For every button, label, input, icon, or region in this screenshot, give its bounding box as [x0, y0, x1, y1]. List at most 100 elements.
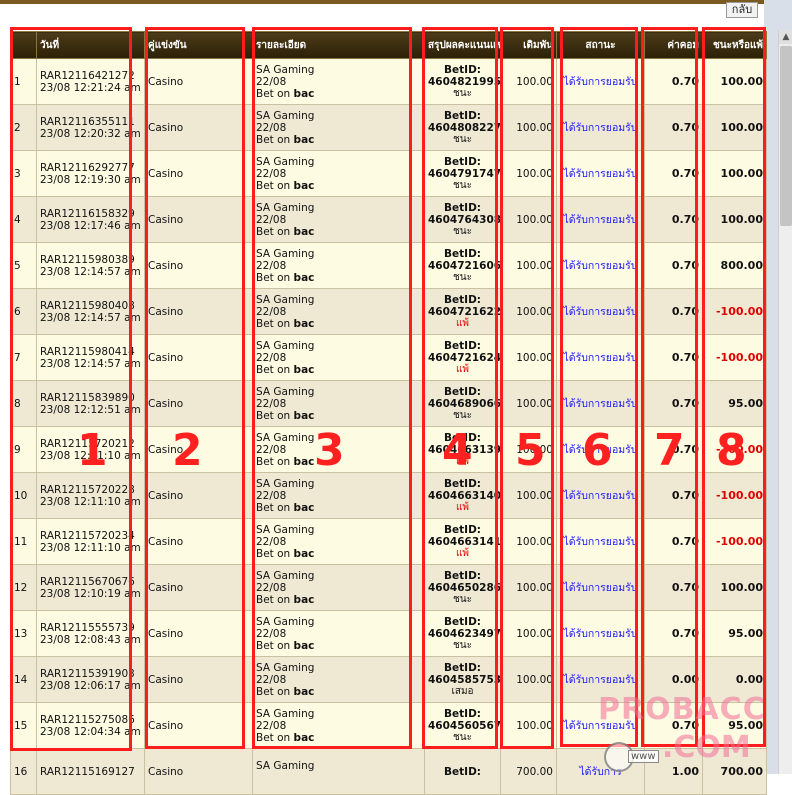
row-number: 3: [10, 150, 37, 197]
match-cell: Casino: [144, 334, 253, 381]
bet-ref-cell: RAR12115980414 23/08 12:14:57 am: [36, 334, 145, 381]
watermark-brand: PROBACC: [598, 692, 766, 727]
col-header-commission: ค่าคอม: [644, 31, 703, 59]
bet-ref-cell: RAR12115275086 23/08 12:04:34 am: [36, 702, 145, 749]
match-cell: Casino: [144, 104, 253, 151]
bet-ref-id: RAR12115839890: [40, 391, 135, 404]
winloss-cell: -100.00: [702, 334, 767, 381]
match-cell: Casino: [144, 150, 253, 197]
stake-cell: 100.00: [500, 104, 557, 151]
details-cell: SA Gaming 22/08 Bet on bac: [252, 196, 425, 243]
winloss-cell: -100.00: [702, 288, 767, 335]
row-number: 11: [10, 518, 37, 565]
table-row: 7 RAR12115980414 23/08 12:14:57 am Casino SA…: [10, 334, 767, 381]
annotation-label-7: 7: [654, 425, 685, 476]
summary-cell: BetID:: [424, 748, 501, 795]
winloss-cell: -100.00: [702, 518, 767, 565]
commission-cell: 0.70: [644, 242, 703, 289]
stake-cell: 700.00: [500, 748, 557, 795]
scroll-thumb[interactable]: [780, 46, 792, 226]
bet-datetime: 23/08 12:19:30 am: [40, 173, 141, 186]
row-number: 10: [10, 472, 37, 519]
stake-cell: 100.00: [500, 564, 557, 611]
bet-ref-id: RAR12115720228: [40, 483, 135, 496]
table-row: 2 RAR12116355111 23/08 12:20:32 am Casino SA…: [10, 104, 767, 151]
commission-cell: 0.70: [644, 564, 703, 611]
match-cell: Casino: [144, 702, 253, 749]
summary-cell: BetID: 4604650286 ชนะ: [424, 564, 501, 611]
col-header-summary: สรุปผลคะแนนแข่ง: [424, 31, 501, 59]
stake-cell: 100.00: [500, 380, 557, 427]
summary-cell: BetID: 4604808227 ชนะ: [424, 104, 501, 151]
summary-cell: BetID: 4604721624 แพ้: [424, 334, 501, 381]
bet-datetime: 23/08 12:10:19 am: [40, 587, 141, 600]
commission-cell: 0.70: [644, 334, 703, 381]
details-cell: SA Gaming 22/08 Bet on bac: [252, 150, 425, 197]
details-cell: SA Gaming: [252, 748, 425, 795]
bet-ref-cell: RAR12116158329 23/08 12:17:46 am: [36, 196, 145, 243]
details-cell: SA Gaming 22/08 Bet on bac: [252, 288, 425, 335]
summary-cell: BetID: 4604585753 เสมอ: [424, 656, 501, 703]
bet-ref-id: RAR12115720234: [40, 529, 135, 542]
status-cell: ได้รับการยอมรับ: [556, 58, 645, 105]
commission-cell: 0.70: [644, 104, 703, 151]
summary-cell: BetID: 4604663140 แพ้: [424, 472, 501, 519]
bet-datetime: 23/08 12:08:43 am: [40, 633, 141, 646]
details-cell: SA Gaming 22/08 Bet on bac: [252, 242, 425, 289]
www-tag: www: [628, 750, 659, 763]
summary-cell: BetID: 4604623497 ชนะ: [424, 610, 501, 657]
vertical-scrollbar[interactable]: ▲: [778, 30, 792, 774]
bet-ref-cell: RAR12116355111 23/08 12:20:32 am: [36, 104, 145, 151]
bet-ref-cell: RAR12116292777 23/08 12:19:30 am: [36, 150, 145, 197]
row-number: 12: [10, 564, 37, 611]
details-cell: SA Gaming 22/08 Bet on bac: [252, 104, 425, 151]
bet-ref-id: RAR12115555739: [40, 621, 135, 634]
bet-ref-id: RAR12116421272: [40, 69, 135, 82]
row-number: 8: [10, 380, 37, 427]
details-cell: SA Gaming 22/08 Bet on bac: [252, 334, 425, 381]
bet-ref-id: RAR12116158329: [40, 207, 135, 220]
row-number: 15: [10, 702, 37, 749]
stake-cell: 100.00: [500, 150, 557, 197]
summary-cell: BetID: 4604821995 ชนะ: [424, 58, 501, 105]
bet-ref-id: RAR12116355111: [40, 115, 135, 128]
table-header-row: วันที่ คู่แข่งขัน รายละเอียด สรุปผลคะแนนแข่…: [10, 31, 767, 59]
winloss-cell: 100.00: [702, 58, 767, 105]
match-cell: Casino: [144, 610, 253, 657]
stake-cell: 100.00: [500, 610, 557, 657]
bet-ref-cell: RAR12115670676 23/08 12:10:19 am: [36, 564, 145, 611]
match-cell: Casino: [144, 564, 253, 611]
winloss-cell: -100.00: [702, 472, 767, 519]
status-cell: ได้รับการยอมรับ: [556, 380, 645, 427]
details-cell: SA Gaming 22/08 Bet on bac: [252, 518, 425, 565]
table-row: 1 RAR12116421272 23/08 12:21:24 am Casino SA…: [10, 58, 767, 105]
summary-cell: BetID: 4604560567 ชนะ: [424, 702, 501, 749]
match-cell: Casino: [144, 242, 253, 289]
winloss-cell: 800.00: [702, 242, 767, 289]
row-number: 2: [10, 104, 37, 151]
bet-ref-id: RAR12115670676: [40, 575, 135, 588]
details-cell: SA Gaming 22/08 Bet on bac: [252, 58, 425, 105]
bet-ref-cell: RAR12115391903 23/08 12:06:17 am: [36, 656, 145, 703]
annotation-label-3: 3: [314, 425, 345, 476]
stake-cell: 100.00: [500, 58, 557, 105]
col-header-match: คู่แข่งขัน: [144, 31, 253, 59]
bet-ref-cell: RAR12115980408 23/08 12:14:57 am: [36, 288, 145, 335]
status-cell: ได้รับการยอมรับ: [556, 518, 645, 565]
bet-ref-id: RAR12115980414: [40, 345, 135, 358]
bet-datetime: 23/08 12:17:46 am: [40, 219, 141, 232]
row-number: 9: [10, 426, 37, 473]
col-header-stake: เดิมพัน: [500, 31, 557, 59]
stake-cell: 100.00: [500, 242, 557, 289]
commission-cell: 0.70: [644, 58, 703, 105]
match-cell: Casino: [144, 748, 253, 795]
status-cell: ได้รับการยอมรับ: [556, 610, 645, 657]
table-row: 5 RAR12115980389 23/08 12:14:57 am Casino SA…: [10, 242, 767, 289]
status-cell: ได้รับการยอมรับ: [556, 196, 645, 243]
summary-cell: BetID: 4604689066 ชนะ: [424, 380, 501, 427]
bet-datetime: 23/08 12:12:51 am: [40, 403, 141, 416]
scroll-up-arrow-icon[interactable]: ▲: [779, 30, 792, 44]
bet-datetime: 23/08 12:04:34 am: [40, 725, 141, 738]
back-button[interactable]: กลับ: [726, 2, 758, 18]
annotation-label-4: 4: [442, 425, 473, 476]
